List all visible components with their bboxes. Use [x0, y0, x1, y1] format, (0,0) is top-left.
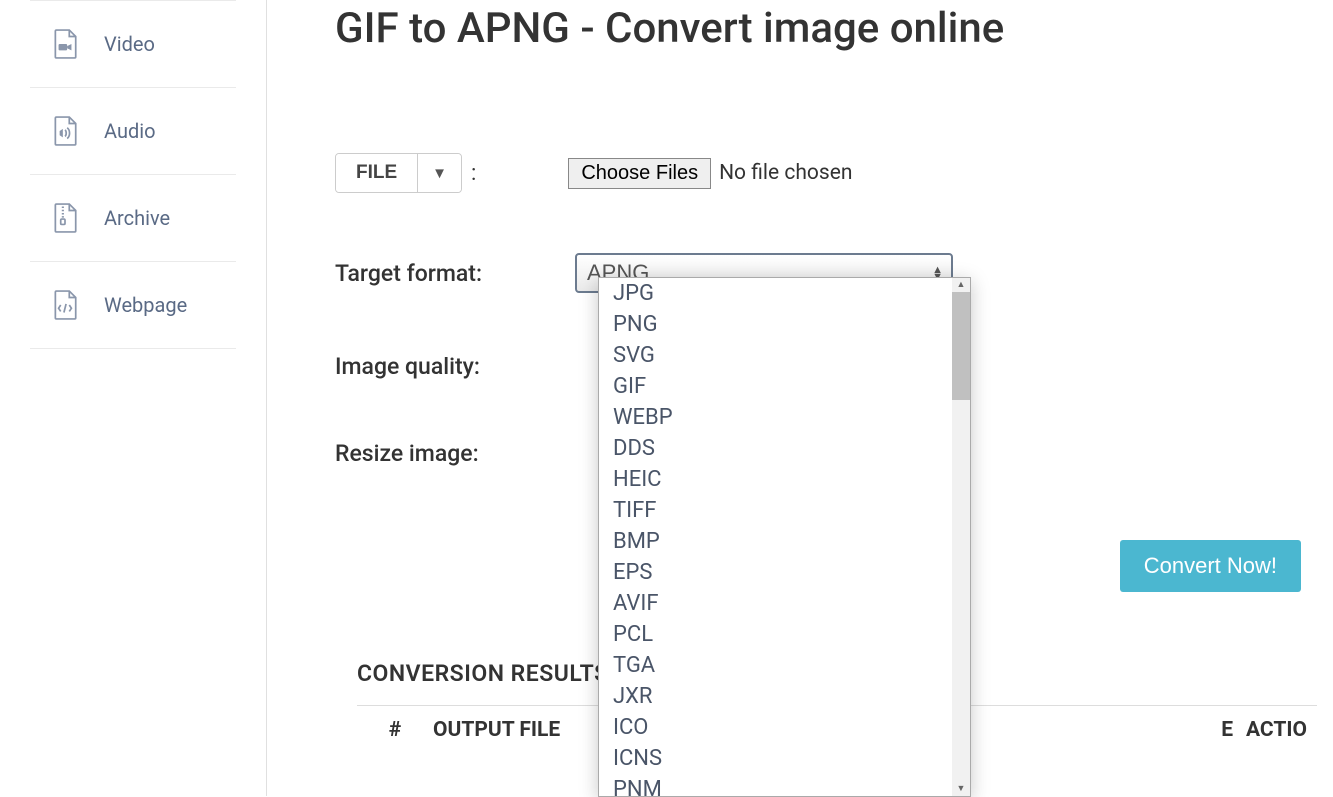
file-source-button[interactable]: FILE: [336, 154, 417, 192]
resize-image-label: Resize image:: [335, 440, 575, 467]
dropdown-option-heic[interactable]: HEIC: [599, 464, 970, 495]
dropdown-option-ico[interactable]: ICO: [599, 712, 970, 743]
sidebar-item-video[interactable]: Video: [30, 0, 236, 88]
dropdown-list: JPGPNGSVGGIFWEBPDDSHEICTIFFBMPEPSAVIFPCL…: [599, 278, 970, 796]
page-title: GIF to APNG - Convert image online: [335, 4, 1333, 53]
sidebar-item-label: Webpage: [104, 293, 187, 317]
dropdown-option-pcl[interactable]: PCL: [599, 619, 970, 650]
dropdown-option-bmp[interactable]: BMP: [599, 526, 970, 557]
sidebar-item-webpage[interactable]: Webpage: [30, 262, 236, 349]
target-format-label: Target format:: [335, 260, 575, 287]
no-file-chosen-text: No file chosen: [719, 161, 852, 185]
sidebar-item-label: Archive: [104, 206, 170, 230]
conversion-results-heading: CONVERSION RESULTS:: [357, 660, 615, 687]
column-header-e: E: [933, 718, 1233, 742]
target-format-dropdown: JPGPNGSVGGIFWEBPDDSHEICTIFFBMPEPSAVIFPCL…: [598, 277, 971, 797]
dropdown-option-webp[interactable]: WEBP: [599, 402, 970, 433]
dropdown-option-jxr[interactable]: JXR: [599, 681, 970, 712]
colon: :: [471, 161, 476, 186]
file-row: FILE ▼ : Choose Files No file chosen: [335, 153, 1333, 193]
dropdown-option-tga[interactable]: TGA: [599, 650, 970, 681]
dropdown-option-svg[interactable]: SVG: [599, 340, 970, 371]
file-source-dropdown-toggle[interactable]: ▼: [417, 154, 461, 192]
sidebar: Video Audio: [0, 0, 267, 796]
dropdown-option-pnm[interactable]: PNM: [599, 774, 970, 796]
dropdown-option-tiff[interactable]: TIFF: [599, 495, 970, 526]
dropdown-option-gif[interactable]: GIF: [599, 371, 970, 402]
sidebar-list: Video Audio: [0, 0, 266, 349]
dropdown-option-png[interactable]: PNG: [599, 309, 970, 340]
archive-icon: [52, 203, 78, 233]
scroll-up-arrow-icon[interactable]: ▲: [952, 278, 970, 292]
file-source-group: FILE ▼: [335, 153, 462, 193]
sidebar-item-archive[interactable]: Archive: [30, 175, 236, 262]
column-header-action: ACTIO: [1233, 718, 1317, 742]
scroll-thumb[interactable]: [952, 292, 970, 400]
choose-files-button[interactable]: Choose Files: [568, 158, 711, 189]
sidebar-item-audio[interactable]: Audio: [30, 88, 236, 175]
webpage-icon: [52, 290, 78, 320]
scroll-down-arrow-icon[interactable]: ▼: [952, 782, 970, 796]
dropdown-option-jpg[interactable]: JPG: [599, 278, 970, 309]
video-icon: [52, 29, 78, 59]
dropdown-option-eps[interactable]: EPS: [599, 557, 970, 588]
column-header-index: #: [357, 718, 433, 742]
sidebar-item-label: Audio: [104, 119, 156, 143]
audio-icon: [52, 116, 78, 146]
dropdown-scrollbar[interactable]: ▲ ▼: [952, 278, 970, 796]
dropdown-option-avif[interactable]: AVIF: [599, 588, 970, 619]
sidebar-item-label: Video: [104, 32, 155, 56]
dropdown-option-dds[interactable]: DDS: [599, 433, 970, 464]
convert-now-button[interactable]: Convert Now!: [1120, 540, 1301, 592]
dropdown-option-icns[interactable]: ICNS: [599, 743, 970, 774]
image-quality-label: Image quality:: [335, 353, 575, 380]
